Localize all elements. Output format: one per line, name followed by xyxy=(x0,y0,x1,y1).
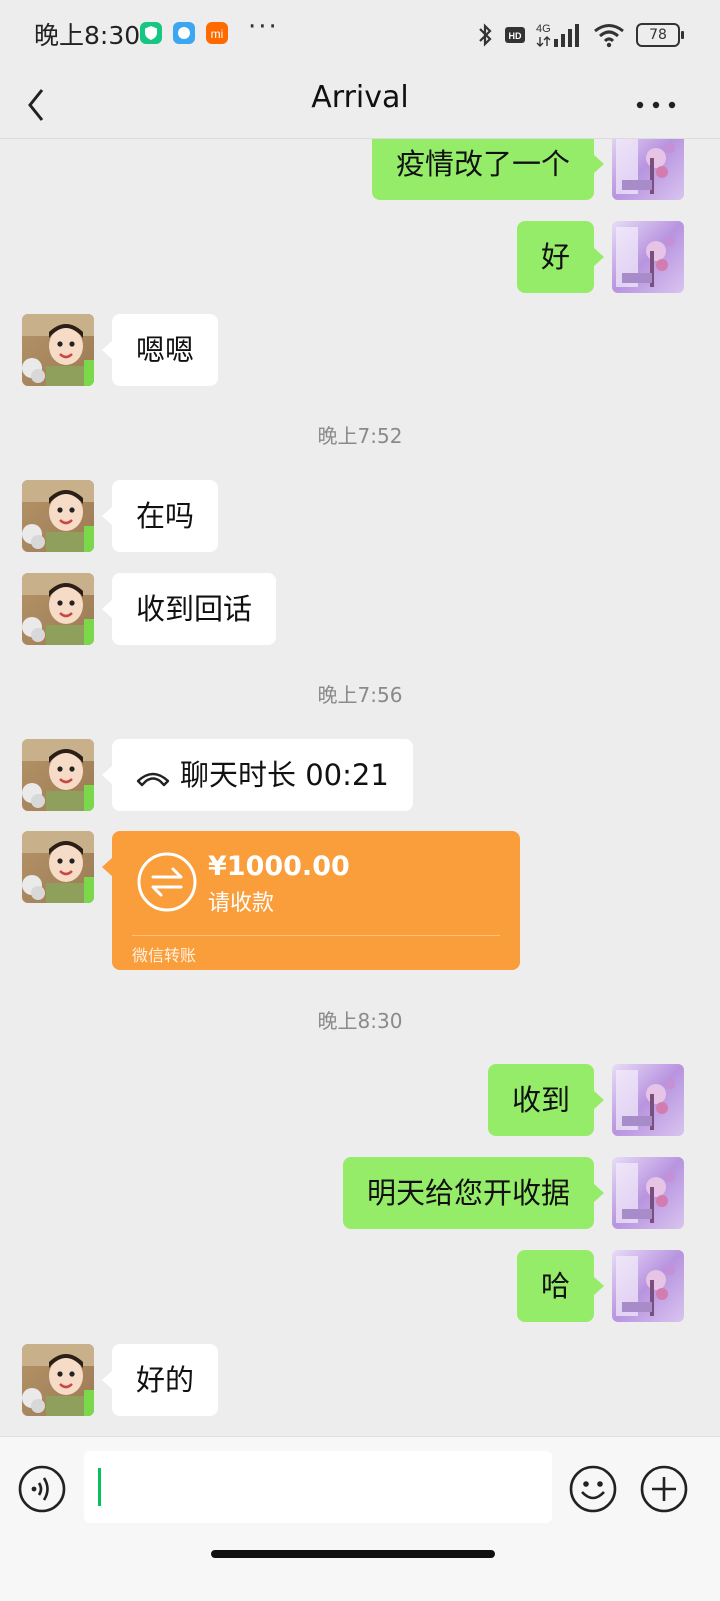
status-time: 晚上8:30 xyxy=(34,21,141,50)
transfer-card[interactable]: ¥1000.00 请收款 微信转账 xyxy=(102,831,520,970)
svg-text:mi: mi xyxy=(211,27,224,41)
timestamp: 晚上7:52 xyxy=(317,424,403,448)
contact-avatar[interactable] xyxy=(22,480,94,552)
contact-avatar[interactable] xyxy=(22,314,94,386)
transfer-amount: ¥1000.00 xyxy=(208,851,350,882)
chat-app-icon xyxy=(173,22,195,44)
call-duration-text: 聊天时长 00:21 xyxy=(180,758,389,792)
plus-icon xyxy=(640,1465,688,1513)
home-indicator[interactable] xyxy=(211,1550,495,1558)
divider xyxy=(132,935,500,936)
svg-text:4G: 4G xyxy=(536,23,551,35)
transfer-status: 请收款 xyxy=(208,891,275,916)
emoji-button[interactable] xyxy=(568,1464,618,1514)
timestamp: 晚上7:56 xyxy=(317,683,403,707)
timestamp: 晚上8:30 xyxy=(317,1009,403,1033)
received-message-bubble[interactable]: 好的 xyxy=(101,1344,219,1416)
text-cursor xyxy=(98,1468,101,1506)
my-avatar[interactable] xyxy=(612,221,684,293)
my-avatar[interactable] xyxy=(612,1250,684,1322)
more-notifications-icon: ··· xyxy=(248,12,279,42)
received-message-bubble[interactable]: 在吗 xyxy=(101,480,219,552)
sent-message-bubble[interactable]: 明天给您开收据 xyxy=(342,1157,605,1229)
contact-avatar[interactable] xyxy=(22,1344,94,1416)
emoji-icon xyxy=(569,1465,617,1513)
status-indicators: HD 4G 78 xyxy=(476,20,684,50)
transfer-footer-label: 微信转账 xyxy=(132,946,197,965)
cellular-signal-icon: 4G xyxy=(536,23,579,47)
chat-message-list[interactable]: 疫情改了一个 好 嗯嗯 晚上7:52 在吗 收到回话 晚上7:56 聊天时长 0… xyxy=(0,139,720,1436)
more-dots-icon xyxy=(636,101,676,109)
chat-title: Arrival xyxy=(311,80,409,115)
contact-avatar[interactable] xyxy=(22,831,94,903)
chat-header: Arrival xyxy=(0,68,720,139)
mi-app-icon: mi xyxy=(206,22,228,44)
voice-button[interactable] xyxy=(17,1464,67,1514)
bluetooth-icon xyxy=(479,23,492,47)
hang-up-icon xyxy=(136,772,170,787)
wifi-icon xyxy=(594,24,624,48)
message-input[interactable] xyxy=(84,1451,552,1523)
sent-message-bubble[interactable]: 好 xyxy=(516,221,605,293)
received-message-bubble[interactable]: 收到回话 xyxy=(101,573,277,645)
my-avatar[interactable] xyxy=(612,1064,684,1136)
sent-message-bubble[interactable]: 疫情改了一个 xyxy=(371,139,605,200)
more-button[interactable] xyxy=(626,78,686,128)
received-message-bubble[interactable]: 嗯嗯 xyxy=(101,314,219,386)
transfer-arrows-icon xyxy=(137,852,197,912)
hd-icon: HD xyxy=(505,27,525,43)
status-bar: 晚上8:30 mi ··· HD 4G 78 xyxy=(0,0,720,68)
voice-icon xyxy=(18,1465,66,1513)
call-record-bubble[interactable]: 聊天时长 00:21 xyxy=(102,739,413,811)
contact-avatar[interactable] xyxy=(22,573,94,645)
sent-message-bubble[interactable]: 收到 xyxy=(487,1064,605,1136)
my-avatar[interactable] xyxy=(612,1157,684,1229)
shield-app-icon xyxy=(140,22,162,44)
sent-message-bubble[interactable]: 哈 xyxy=(516,1250,605,1322)
contact-avatar[interactable] xyxy=(22,739,94,811)
plus-button[interactable] xyxy=(639,1464,689,1514)
svg-text:HD: HD xyxy=(509,31,522,41)
my-avatar[interactable] xyxy=(612,139,684,200)
battery-indicator: 78 xyxy=(636,23,684,47)
message-input-bar xyxy=(0,1436,720,1601)
